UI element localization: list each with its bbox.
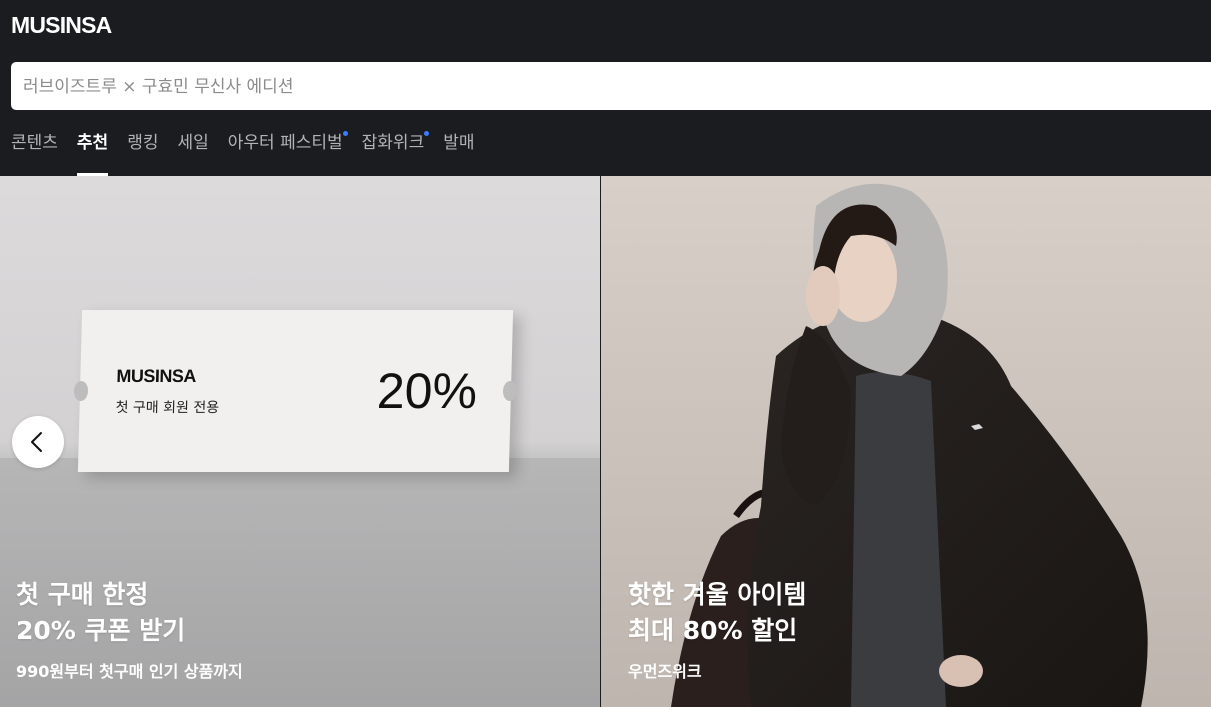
banner-subtitle: 990원부터 첫구매 인기 상품까지 <box>16 662 243 681</box>
category-tabs: 콘텐츠 추천 랭킹 세일 아우터 페스티벌 잡화위크 발매 <box>11 130 494 176</box>
ticket-notch <box>502 381 518 401</box>
banner-title: 핫한 겨울 아이템 최대 80% 할인 <box>628 580 807 645</box>
tab-contents[interactable]: 콘텐츠 <box>11 130 58 176</box>
ticket-notch <box>73 381 89 401</box>
ticket-percent: 20% <box>376 363 478 419</box>
ticket-subtitle: 첫 구매 회원 전용 <box>115 400 220 416</box>
banner-first-purchase-coupon[interactable]: MUSINSA 첫 구매 회원 전용 20% 첫 구매 한정 20% 쿠폰 받기… <box>0 176 600 707</box>
tab-ranking[interactable]: 랭킹 <box>127 130 158 176</box>
tab-outer-festival[interactable]: 아우터 페스티벌 <box>228 130 348 176</box>
new-dot-badge <box>342 131 348 136</box>
new-dot-badge <box>424 131 430 136</box>
tab-recommend[interactable]: 추천 <box>76 130 109 176</box>
banner-winter-items-sale[interactable]: 핫한 겨울 아이템 최대 80% 할인 우먼즈위크 <box>601 176 1211 707</box>
coupon-ticket-image: MUSINSA 첫 구매 회원 전용 20% <box>73 310 518 472</box>
banner-title: 첫 구매 한정 20% 쿠폰 받기 <box>16 580 186 645</box>
chevron-left-icon <box>31 432 42 452</box>
tab-sale[interactable]: 세일 <box>177 130 208 176</box>
search-bar[interactable] <box>11 62 1211 112</box>
ticket-brand: MUSINSA <box>116 366 197 386</box>
carousel-prev-button[interactable] <box>12 416 64 468</box>
banner-subtitle: 우먼즈위크 <box>628 662 702 681</box>
search-input[interactable] <box>21 62 1025 112</box>
musinsa-logo[interactable]: MUSINSA <box>11 12 112 39</box>
tab-release[interactable]: 발매 <box>443 130 474 176</box>
tab-accessory-week[interactable]: 잡화위크 <box>362 130 430 176</box>
top-header: MUSINSA 콘텐츠 추천 랭킹 세일 아우터 페스티벌 잡화위크 발매 <box>0 0 1211 176</box>
